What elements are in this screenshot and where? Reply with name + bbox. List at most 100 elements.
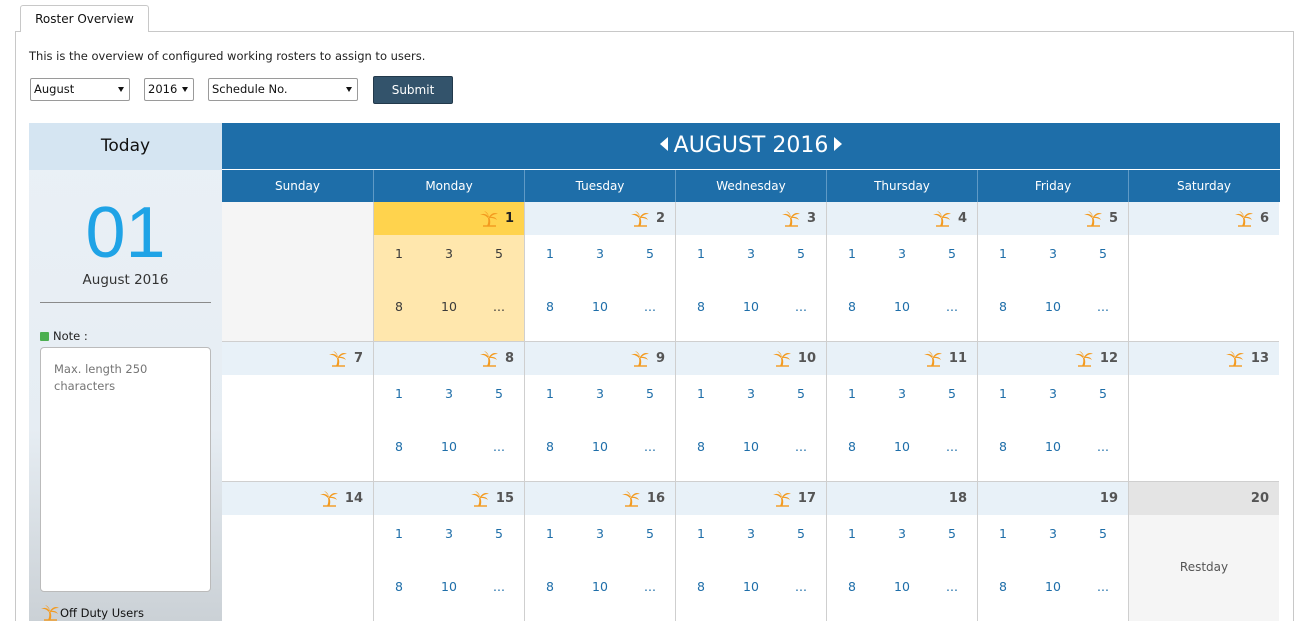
schedule-slot-link[interactable]: ...	[927, 428, 977, 481]
schedule-slot-link[interactable]: ...	[625, 288, 675, 341]
schedule-slot-link[interactable]: 1	[676, 235, 726, 288]
calendar-day-cell[interactable]: 20 Restday	[1128, 482, 1279, 621]
schedule-slot-link[interactable]: 10	[877, 288, 927, 341]
schedule-slot-link[interactable]: 10	[424, 568, 474, 621]
schedule-slot-link[interactable]: 3	[726, 235, 776, 288]
calendar-day-cell[interactable]: 15 1 3 5 8 10...	[373, 482, 524, 621]
schedule-slot-link[interactable]: 3	[1028, 515, 1078, 568]
calendar-day-cell[interactable]: 8 1 3 5 8 10...	[373, 342, 524, 482]
schedule-slot-link[interactable]: 5	[625, 235, 675, 288]
chevron-right-icon[interactable]	[834, 137, 843, 151]
schedule-slot-link[interactable]: ...	[776, 428, 826, 481]
schedule-slot-link[interactable]: 8	[827, 428, 877, 481]
schedule-slot-link[interactable]: 8	[374, 288, 424, 341]
schedule-slot-link[interactable]: 5	[927, 375, 977, 428]
schedule-slot-link[interactable]: 5	[1078, 235, 1128, 288]
schedule-slot-link[interactable]: ...	[776, 288, 826, 341]
calendar-day-cell[interactable]: 18 1 3 5 8 10...	[826, 482, 977, 621]
schedule-slot-link[interactable]: 3	[1028, 235, 1078, 288]
calendar-day-cell[interactable]: 5 1 3 5 8 10...	[977, 202, 1128, 342]
schedule-slot-link[interactable]: 8	[374, 568, 424, 621]
schedule-slot-link[interactable]: 10	[726, 288, 776, 341]
schedule-slot-link[interactable]: 5	[625, 515, 675, 568]
month-select[interactable]: August	[30, 78, 130, 101]
schedule-slot-link[interactable]: 3	[877, 515, 927, 568]
schedule-slot-link[interactable]: 3	[726, 375, 776, 428]
schedule-slot-link[interactable]: 8	[827, 568, 877, 621]
schedule-slot-link[interactable]: 1	[978, 515, 1028, 568]
schedule-slot-link[interactable]: 3	[575, 375, 625, 428]
schedule-slot-link[interactable]: 8	[978, 288, 1028, 341]
schedule-slot-link[interactable]: 1	[827, 375, 877, 428]
schedule-slot-link[interactable]: 3	[726, 515, 776, 568]
schedule-slot-link[interactable]: 5	[927, 515, 977, 568]
schedule-slot-link[interactable]: 5	[1078, 375, 1128, 428]
schedule-slot-link[interactable]: 1	[525, 375, 575, 428]
schedule-slot-link[interactable]: ...	[776, 568, 826, 621]
schedule-slot-link[interactable]: 5	[474, 235, 524, 288]
schedule-slot-link[interactable]: 8	[676, 568, 726, 621]
schedule-slot-link[interactable]: 10	[726, 428, 776, 481]
calendar-day-cell[interactable]: 4 1 3 5 8 10...	[826, 202, 977, 342]
schedule-slot-link[interactable]: 3	[575, 235, 625, 288]
schedule-slot-link[interactable]: ...	[1078, 568, 1128, 621]
schedule-slot-link[interactable]: 10	[1028, 288, 1078, 341]
schedule-slot-link[interactable]: 5	[776, 515, 826, 568]
schedule-slot-link[interactable]: ...	[474, 428, 524, 481]
schedule-slot-link[interactable]: 5	[776, 235, 826, 288]
schedule-slot-link[interactable]: 3	[877, 235, 927, 288]
schedule-select[interactable]: Schedule No.	[208, 78, 358, 101]
schedule-slot-link[interactable]: 1	[978, 235, 1028, 288]
schedule-slot-link[interactable]: ...	[625, 428, 675, 481]
schedule-slot-link[interactable]: 10	[575, 288, 625, 341]
schedule-slot-link[interactable]: 5	[474, 515, 524, 568]
schedule-slot-link[interactable]: 8	[525, 568, 575, 621]
schedule-slot-link[interactable]: 10	[877, 568, 927, 621]
schedule-slot-link[interactable]: 5	[776, 375, 826, 428]
calendar-day-cell[interactable]: 7	[222, 342, 373, 482]
tab-roster-overview[interactable]: Roster Overview	[20, 5, 149, 32]
schedule-slot-link[interactable]: 1	[525, 515, 575, 568]
calendar-day-cell[interactable]: 3 1 3 5 8 10...	[675, 202, 826, 342]
chevron-left-icon[interactable]	[659, 137, 668, 151]
schedule-slot-link[interactable]: 3	[424, 375, 474, 428]
schedule-slot-link[interactable]: 5	[927, 235, 977, 288]
calendar-day-cell[interactable]: 17 1 3 5 8 10...	[675, 482, 826, 621]
schedule-slot-link[interactable]: 1	[978, 375, 1028, 428]
schedule-slot-link[interactable]: 8	[978, 568, 1028, 621]
schedule-slot-link[interactable]: 1	[827, 235, 877, 288]
schedule-slot-link[interactable]: 8	[827, 288, 877, 341]
schedule-slot-link[interactable]: ...	[474, 288, 524, 341]
calendar-day-cell[interactable]: 12 1 3 5 8 10...	[977, 342, 1128, 482]
schedule-slot-link[interactable]: 1	[374, 375, 424, 428]
schedule-slot-link[interactable]: 1	[827, 515, 877, 568]
calendar-day-cell[interactable]: 9 1 3 5 8 10...	[524, 342, 675, 482]
schedule-slot-link[interactable]: 8	[374, 428, 424, 481]
schedule-slot-link[interactable]: 8	[676, 428, 726, 481]
schedule-slot-link[interactable]: 8	[978, 428, 1028, 481]
schedule-slot-link[interactable]: 3	[877, 375, 927, 428]
calendar-day-cell[interactable]: 19 1 3 5 8 10...	[977, 482, 1128, 621]
off-duty-users[interactable]: Off Duty Users	[40, 605, 144, 621]
schedule-slot-link[interactable]: 10	[575, 568, 625, 621]
schedule-slot-link[interactable]: 1	[374, 515, 424, 568]
schedule-slot-link[interactable]: 10	[1028, 428, 1078, 481]
schedule-slot-link[interactable]: 10	[726, 568, 776, 621]
schedule-slot-link[interactable]: 8	[525, 288, 575, 341]
schedule-slot-link[interactable]: ...	[1078, 428, 1128, 481]
schedule-slot-link[interactable]: ...	[927, 568, 977, 621]
schedule-slot-link[interactable]: 5	[625, 375, 675, 428]
schedule-slot-link[interactable]: 3	[1028, 375, 1078, 428]
schedule-slot-link[interactable]: 10	[1028, 568, 1078, 621]
year-select[interactable]: 2016	[144, 78, 194, 101]
schedule-slot-link[interactable]: ...	[1078, 288, 1128, 341]
calendar-day-cell[interactable]: 2 1 3 5 8 10...	[524, 202, 675, 342]
schedule-slot-link[interactable]: ...	[927, 288, 977, 341]
calendar-day-cell[interactable]: 6	[1128, 202, 1279, 342]
schedule-slot-link[interactable]: 1	[676, 375, 726, 428]
calendar-day-cell[interactable]: 1 1 3 5 8 10...	[373, 202, 524, 342]
schedule-slot-link[interactable]: 3	[424, 235, 474, 288]
schedule-slot-link[interactable]: 1	[374, 235, 424, 288]
calendar-day-cell[interactable]: 11 1 3 5 8 10...	[826, 342, 977, 482]
schedule-slot-link[interactable]: 5	[474, 375, 524, 428]
